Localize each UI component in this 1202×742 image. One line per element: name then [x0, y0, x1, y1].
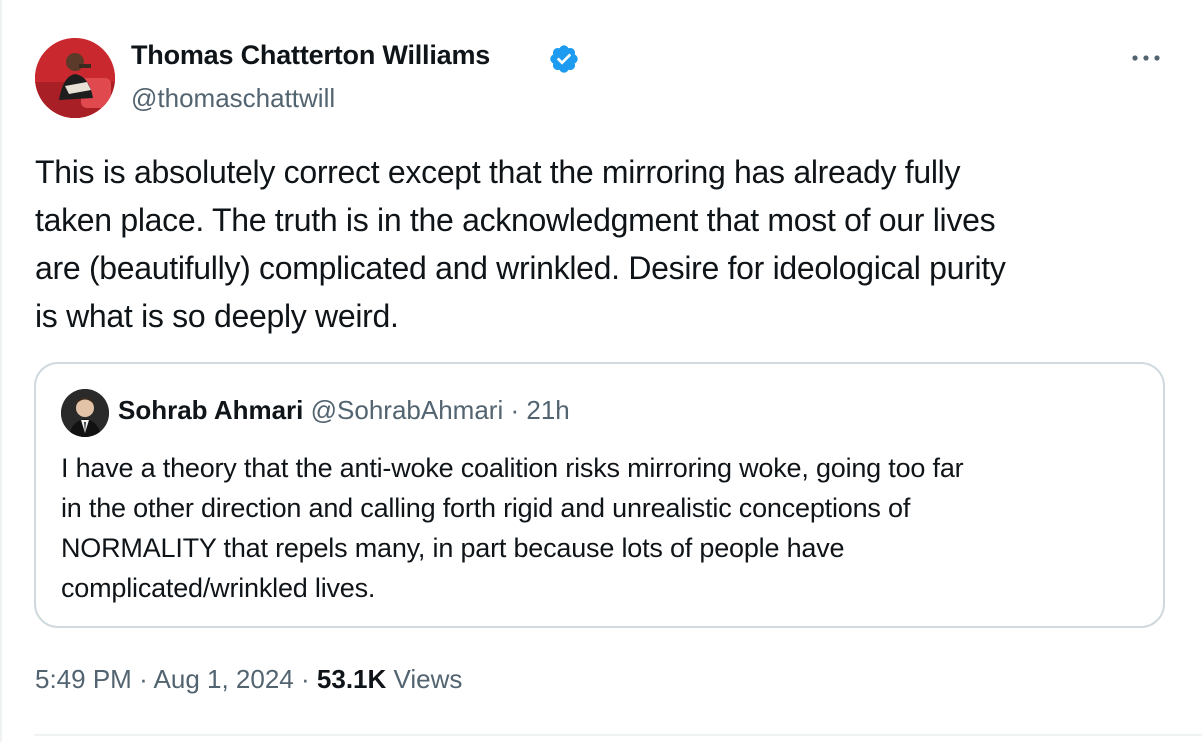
views-count: 53.1K — [316, 664, 387, 694]
quoted-tweet-text: I have a theory that the anti-woke coali… — [61, 453, 964, 603]
quoted-separator: · — [510, 395, 520, 425]
tweet-date[interactable]: Aug 1, 2024 — [154, 664, 294, 694]
quoted-author-handle: @SohrabAhmari — [310, 395, 504, 425]
quoted-author-avatar — [61, 389, 109, 437]
tweet-text: This is absolutely correct except that t… — [35, 154, 1006, 334]
author-handle[interactable]: @thomaschattwill — [131, 83, 335, 114]
meta-separator: · — [301, 664, 310, 694]
quoted-header: Sohrab Ahmari @SohrabAhmari · 21h — [118, 395, 570, 426]
views-label: Views — [393, 664, 463, 694]
meta-separator: · — [139, 664, 148, 694]
quoted-tweet[interactable]: Sohrab Ahmari @SohrabAhmari · 21h I have… — [34, 362, 1165, 628]
more-options-button[interactable] — [1126, 42, 1166, 74]
quoted-avatar-image — [61, 389, 109, 437]
author-avatar-image — [35, 38, 115, 118]
quoted-author-name: Sohrab Ahmari — [118, 395, 304, 425]
bottom-divider — [34, 734, 1202, 736]
tweet-meta: 5:49 PM · Aug 1, 2024 · 53.1K Views — [35, 664, 462, 695]
author-name[interactable]: Thomas Chatterton Williams — [131, 40, 490, 71]
left-divider — [0, 0, 2, 742]
tweet-card: Thomas Chatterton Williams @thomaschattw… — [0, 0, 1202, 742]
quoted-timestamp: 21h — [526, 395, 570, 425]
more-horizontal-icon — [1132, 55, 1160, 61]
tweet-time[interactable]: 5:49 PM — [35, 664, 132, 694]
verified-badge-icon — [550, 45, 578, 73]
author-avatar[interactable] — [35, 38, 115, 118]
